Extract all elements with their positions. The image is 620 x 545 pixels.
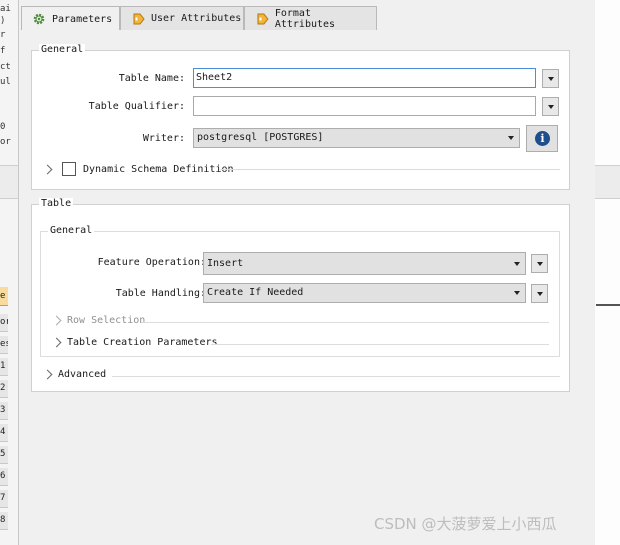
- table-handling-label: Table Handling:: [115, 288, 206, 299]
- dynamic-schema-label: Dynamic Schema Definition: [83, 163, 234, 175]
- table-handling-select[interactable]: Create If Needed: [203, 283, 526, 303]
- writer-select-value: postgresql [POSTGRES]: [197, 132, 324, 143]
- chevron-down-icon: [508, 136, 514, 140]
- chevron-down-icon: [548, 105, 554, 109]
- background-row-label: 3: [0, 402, 8, 420]
- arrow-tag-icon: [133, 13, 145, 24]
- background-row-label: 8: [0, 512, 8, 530]
- table-creation-expander[interactable]: Table Creation Parameters: [51, 337, 218, 348]
- tab-label: Format Attributes: [274, 7, 336, 30]
- divider: [220, 169, 560, 170]
- background-band: [594, 165, 620, 199]
- dynamic-schema-checkbox[interactable]: [62, 162, 76, 176]
- row-selection-expander[interactable]: Row Selection: [51, 315, 146, 326]
- background-text: f: [0, 46, 6, 56]
- writer-select[interactable]: postgresql [POSTGRES]: [193, 128, 520, 148]
- table-qualifier-input[interactable]: [193, 96, 536, 116]
- tab-parameters[interactable]: Parameters: [21, 6, 120, 31]
- feature-operation-value: Insert: [207, 258, 244, 269]
- group-title: General: [39, 44, 86, 55]
- table-name-input[interactable]: Sheet2: [193, 68, 536, 88]
- tab-bar: Parameters User Attributes Format Attrib…: [19, 6, 595, 36]
- dynamic-schema-expander[interactable]: Dynamic Schema Definition: [42, 162, 234, 176]
- background-band: [0, 165, 18, 199]
- writer-parameters-dialog: Parameters User Attributes Format Attrib…: [18, 0, 595, 545]
- chevron-right-icon: [51, 315, 62, 326]
- arrow-tag-icon: [257, 13, 269, 24]
- background-row-label: 2: [0, 380, 8, 398]
- divider: [141, 322, 549, 323]
- feature-operation-select[interactable]: Insert: [203, 252, 526, 275]
- group-title: Table: [39, 198, 74, 209]
- info-icon: i: [535, 131, 550, 146]
- feature-operation-label: Feature Operation:: [97, 257, 206, 268]
- table-handling-value: Create If Needed: [207, 287, 304, 298]
- background-row-label: 7: [0, 490, 8, 508]
- background-row-label: 6: [0, 468, 8, 486]
- chevron-right-icon: [42, 369, 53, 380]
- tab-user-attributes[interactable]: User Attributes: [120, 6, 244, 30]
- general-group: General Table Name: Sheet2 Table Qualifi…: [31, 44, 570, 190]
- background-text: ): [0, 16, 6, 26]
- table-general-group: General Feature Operation: Insert Table …: [40, 225, 560, 357]
- background-row-label: or: [0, 314, 8, 332]
- divider: [211, 344, 549, 345]
- table-name-dropdown-button[interactable]: [542, 69, 559, 88]
- background-text: 0: [0, 122, 6, 132]
- background-text: ul: [0, 77, 11, 87]
- table-qualifier-dropdown-button[interactable]: [542, 97, 559, 116]
- watermark: CSDN @大菠萝爱上小西瓜: [374, 515, 557, 533]
- tab-label: Parameters: [52, 13, 113, 25]
- table-handling-dropdown-button[interactable]: [531, 284, 548, 303]
- chevron-right-icon: [42, 164, 53, 174]
- gear-icon: [33, 13, 45, 25]
- background-text: ct: [0, 62, 11, 72]
- divider: [112, 376, 560, 377]
- writer-info-button[interactable]: i: [526, 125, 558, 152]
- background-row-label: e: [0, 291, 6, 301]
- background-row-label: 5: [0, 446, 8, 464]
- background-row-label: es: [0, 336, 8, 354]
- table-creation-label: Table Creation Parameters: [67, 337, 218, 348]
- background-text: ai: [0, 4, 11, 14]
- feature-operation-dropdown-button[interactable]: [531, 254, 548, 273]
- chevron-right-icon: [51, 337, 62, 348]
- background-row-label: 1: [0, 358, 8, 376]
- background-row-label: 4: [0, 424, 8, 442]
- tab-label: User Attributes: [151, 13, 242, 24]
- background-marker: [596, 304, 620, 306]
- table-name-label: Table Name:: [118, 73, 185, 84]
- advanced-label: Advanced: [58, 369, 107, 380]
- row-selection-label: Row Selection: [67, 315, 146, 326]
- chevron-down-icon: [537, 292, 543, 296]
- chevron-down-icon: [537, 262, 543, 266]
- background-text: r: [0, 30, 6, 40]
- background-right-strip: [594, 0, 620, 545]
- background-text: or: [0, 137, 11, 147]
- parameters-panel: General Table Name: Sheet2 Table Qualifi…: [19, 30, 595, 545]
- writer-label: Writer:: [142, 133, 185, 144]
- tab-format-attributes[interactable]: Format Attributes: [244, 6, 377, 30]
- chevron-down-icon: [514, 291, 520, 295]
- chevron-down-icon: [514, 262, 520, 266]
- advanced-expander[interactable]: Advanced: [42, 369, 107, 380]
- table-qualifier-label: Table Qualifier:: [88, 101, 185, 112]
- chevron-down-icon: [548, 77, 554, 81]
- group-title: General: [48, 225, 95, 236]
- table-group: Table General Feature Operation: Insert …: [31, 198, 570, 392]
